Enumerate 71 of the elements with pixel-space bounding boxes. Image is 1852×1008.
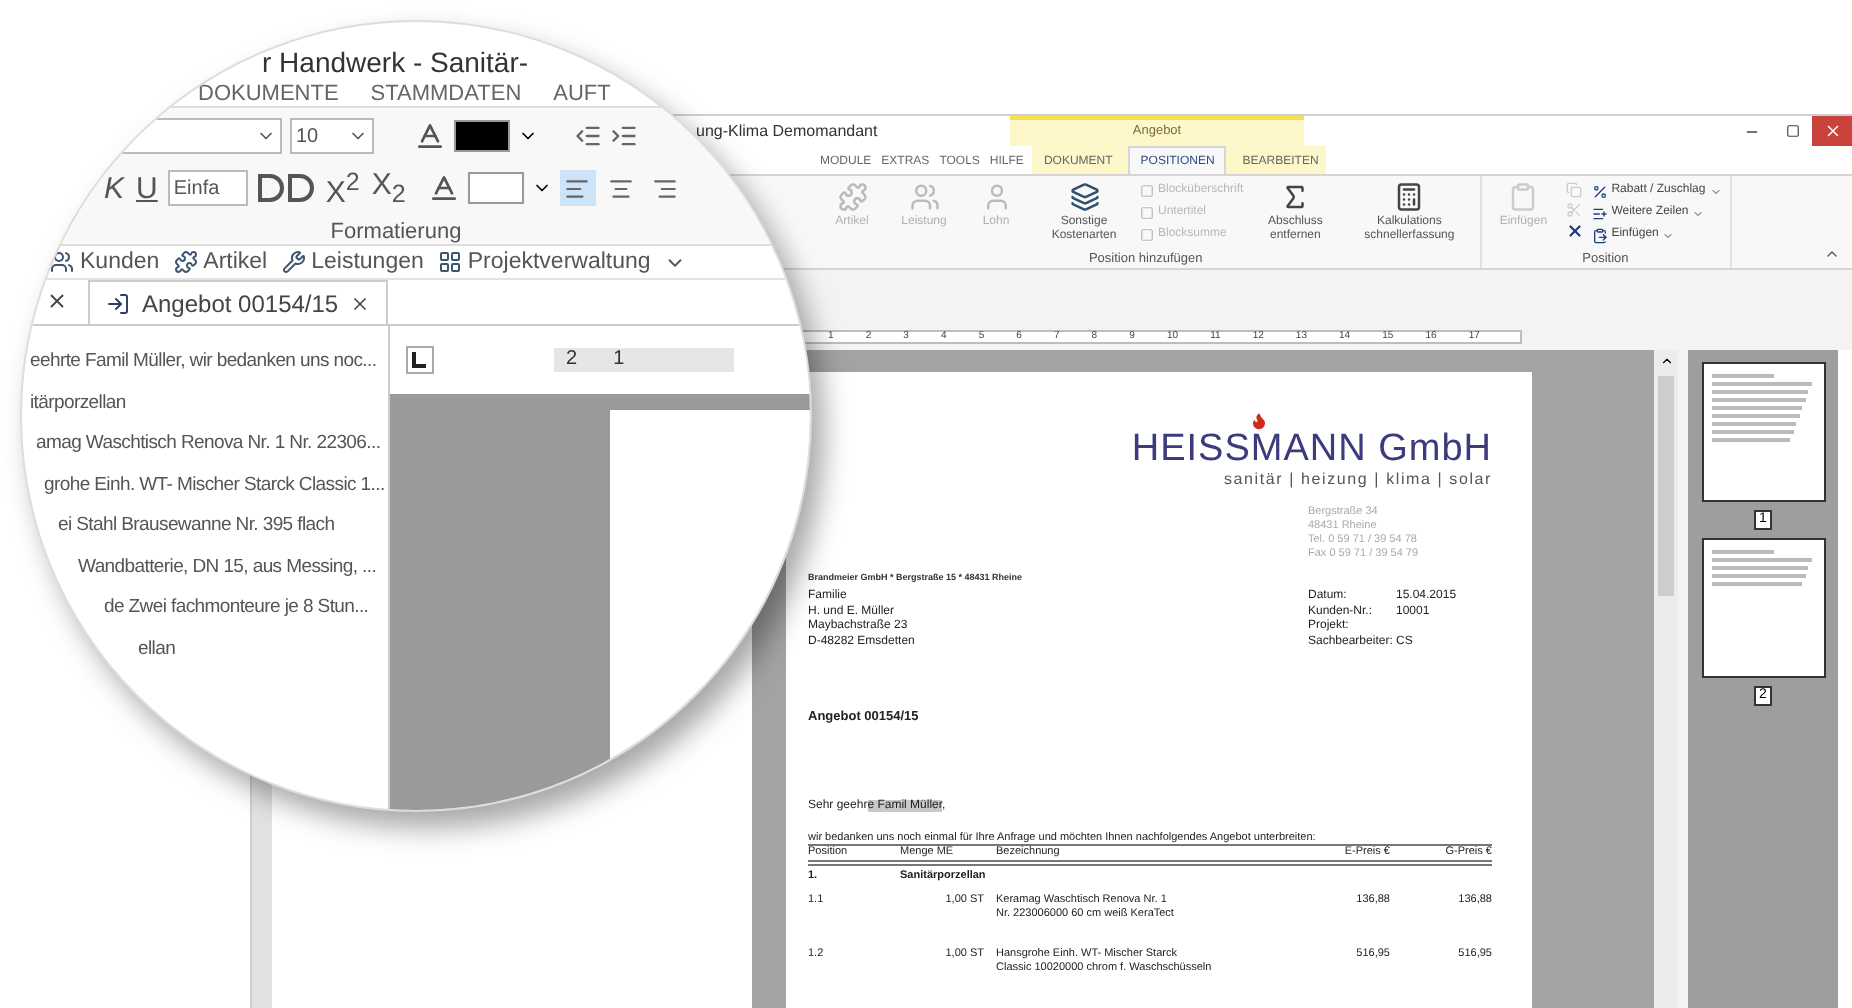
- layers-icon: [1069, 182, 1099, 212]
- company-tagline: sanitär | heizung | klima | solar: [1223, 470, 1492, 490]
- close-tab-icon[interactable]: [46, 290, 68, 312]
- percent-icon: [1591, 183, 1608, 199]
- square-icon: [1140, 228, 1154, 242]
- format-button[interactable]: U: [134, 171, 160, 206]
- clipboard-icon: [1591, 227, 1608, 243]
- puzzle-icon: [173, 250, 198, 275]
- align-left-icon: [564, 175, 591, 202]
- company-logo: HEISSMANN GmbH: [1131, 430, 1492, 470]
- puzzle-icon: [837, 182, 867, 212]
- person-icon: [981, 182, 1011, 212]
- page-thumbnail[interactable]: [1701, 362, 1825, 502]
- grid-icon: [437, 250, 462, 275]
- square-icon: [1140, 184, 1154, 198]
- indent-icon[interactable]: [610, 122, 638, 151]
- clipboard-icon: [1508, 182, 1539, 212]
- document-tab[interactable]: Angebot 00154/15: [88, 280, 389, 324]
- tab-stop-icon[interactable]: [406, 346, 434, 374]
- format-button[interactable]: K: [102, 171, 127, 206]
- scroll-thumb[interactable]: [1658, 376, 1674, 596]
- font-color-icon[interactable]: [414, 120, 446, 153]
- people-icon: [50, 250, 74, 275]
- page-thumbnail[interactable]: [1701, 538, 1825, 678]
- align-button[interactable]: [559, 170, 596, 207]
- script-button[interactable]: X$_{2}$: [369, 168, 408, 209]
- scroll-up-icon[interactable]: [1659, 354, 1673, 368]
- script-button[interactable]: X$^{2}$: [323, 167, 362, 210]
- people-icon: [909, 182, 939, 212]
- arrow-into-bracket-icon: [106, 291, 130, 315]
- toolbar-link[interactable]: Kunden: [50, 250, 166, 275]
- close-icon: [1823, 122, 1841, 140]
- collapse-ribbon-icon[interactable]: [1824, 246, 1840, 262]
- outdent-icon[interactable]: [574, 122, 602, 151]
- ruler: 2 1: [554, 348, 734, 372]
- outline-item[interactable]: amag Waschtisch Renova Nr. 1 Nr. 22306...: [22, 424, 388, 465]
- outline-item[interactable]: Wandbatterie, DN 15, aus Messing, ...: [22, 547, 388, 588]
- outline-item[interactable]: de Zwei fachmonteure je 8 Stun...: [22, 588, 388, 629]
- align-center-icon: [608, 175, 635, 202]
- ribbon-tab[interactable]: DOKUMENTE: [198, 82, 339, 107]
- font-color-swatch[interactable]: [454, 120, 510, 153]
- caret-icon: [1662, 229, 1675, 241]
- ribbon-tab[interactable]: STAMMDATEN: [370, 82, 522, 107]
- toolbar-link[interactable]: Projektverwaltung: [437, 250, 657, 275]
- align-right-icon: [652, 175, 679, 202]
- toolbar-link[interactable]: Artikel: [173, 250, 274, 275]
- outline-item[interactable]: grohe Einh. WT- Mischer Starck Classic 1...: [22, 465, 388, 506]
- close-tab-icon[interactable]: [350, 293, 371, 313]
- style-field[interactable]: Einfa: [167, 170, 248, 207]
- toolbar-link[interactable]: Leistungen: [281, 250, 430, 275]
- wrench-icon: [281, 250, 306, 275]
- outline-item[interactable]: eehrte Famil Müller, wir bedanken uns noc...: [22, 342, 388, 383]
- outline-item[interactable]: ei Stahl Brausewanne Nr. 395 flach: [22, 506, 388, 547]
- window-title: ung-Klima Demomandant: [696, 120, 880, 144]
- outline-d-icons[interactable]: [255, 172, 316, 205]
- flame-icon: [1250, 412, 1268, 430]
- ribbon-group-label: Formatierung: [330, 220, 462, 245]
- calculator-icon: [1394, 182, 1425, 212]
- square-icon: [1140, 206, 1154, 220]
- close-button[interactable]: [1812, 116, 1852, 146]
- list-plus-icon: [1591, 205, 1608, 221]
- ribbon-tab[interactable]: AUFT: [553, 82, 611, 107]
- scrollbar[interactable]: [1654, 350, 1678, 1008]
- maximize-icon: [1785, 124, 1799, 138]
- font-size-field[interactable]: 10: [290, 118, 374, 155]
- highlight-color-swatch[interactable]: [467, 172, 524, 205]
- highlight-color-icon[interactable]: [427, 172, 460, 205]
- delete-icon[interactable]: [1565, 222, 1584, 240]
- outline-item[interactable]: itärporzellan: [22, 383, 388, 424]
- outline-item[interactable]: ellan: [22, 629, 388, 670]
- window-title: r Handwerk - Sanitär-: [262, 46, 529, 78]
